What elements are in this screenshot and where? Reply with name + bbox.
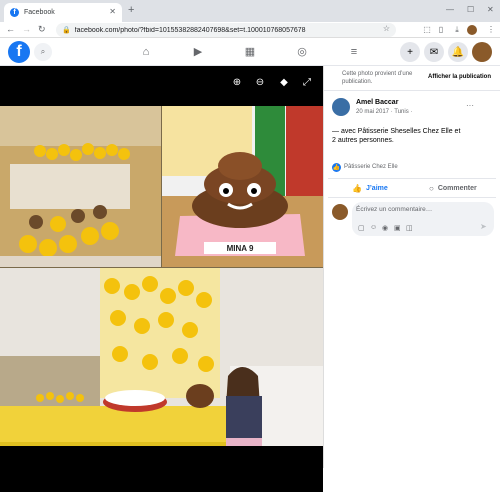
tab-title: Facebook [24,9,55,16]
create-icon[interactable]: + [400,42,420,62]
extensions-icon[interactable]: ⬚ [422,25,432,35]
profile-avatar[interactable] [467,25,477,35]
maximize-icon[interactable]: ☐ [467,5,474,14]
download-icon[interactable]: ⤓ [452,25,462,35]
cake-label: MINA 9 [227,244,254,253]
browser-toolbar: ← → ↻ 🔒 facebook.com/photo/?fbid=1015538… [0,22,500,38]
like-label: J’aime [365,184,388,192]
divider [328,197,496,198]
facebook-logo-icon[interactable]: f [8,41,30,63]
post-text-line1: — avec Pâtisserie Sheselles Chez Elle et [332,128,461,135]
sticker-alt-icon[interactable]: ◫ [406,224,413,232]
divider [328,178,496,179]
url-text: facebook.com/photo/?fbid=101553828824076… [74,26,306,34]
groups-icon[interactable]: ◎ [294,44,310,60]
like-reaction-icon: 👍 [332,163,341,172]
sticker-icon[interactable]: ▢ [358,224,365,232]
chrome-menu-icon[interactable]: ⋮ [486,25,496,35]
menu-icon[interactable]: ≡ [346,44,362,60]
close-tab-icon[interactable]: ✕ [109,7,116,16]
back-icon[interactable]: ← [6,24,15,34]
messenger-icon[interactable]: ✉ [424,42,444,62]
gif-icon[interactable]: ▣ [394,224,401,232]
reload-icon[interactable]: ↻ [38,24,46,35]
post-sidebar: Cette photo provient d’une publication. … [323,66,500,468]
zoom-out-icon[interactable]: ⊖ [253,76,267,90]
show-post-link[interactable]: Afficher la publication [428,74,491,80]
lock-icon: 🔒 [62,27,71,34]
commenter-avatar [332,204,348,220]
browser-tab-strip: f Facebook ✕ + — ☐ ✕ [0,0,500,22]
share-info-text: Cette photo provient d’une publication. [342,71,413,85]
facebook-favicon-icon: f [10,8,19,17]
emoji-icon[interactable]: ☺ [370,224,377,231]
comment-label: Commenter [437,184,477,192]
post-text-line2: 2 autres personnes. [332,137,394,144]
send-icon[interactable]: ➤ [480,222,487,231]
more-options-icon[interactable]: ··· [466,101,474,110]
browser-tab[interactable]: f Facebook ✕ [4,3,122,22]
minimize-icon[interactable]: — [446,5,454,14]
party-photo-collage[interactable]: MINA 9 [0,106,323,492]
thumbs-up-icon: 👍 [352,183,362,193]
fullscreen-icon[interactable]: ⤢ [300,76,314,90]
forward-icon[interactable]: → [22,24,31,34]
post-meta: 20 mai 2017 · Tunis · [356,109,413,115]
notifications-icon[interactable]: 🔔 [448,42,468,62]
comment-button[interactable]: ○ Commenter [429,182,477,194]
account-avatar[interactable] [472,42,492,62]
zoom-in-icon[interactable]: ⊕ [230,76,244,90]
bookmark-star-icon[interactable]: ☆ [383,24,390,33]
marketplace-icon[interactable]: ▦ [242,44,258,60]
address-bar[interactable]: 🔒 facebook.com/photo/?fbid=1015538288240… [56,23,396,37]
comment-placeholder: Écrivez un commentaire… [356,206,433,213]
home-icon[interactable]: ⌂ [138,44,154,60]
photo-viewer: ⊕ ⊖ ◆ ⤢ MINA 9 [0,66,323,492]
search-icon[interactable]: ⌕ [34,43,52,61]
comment-input[interactable]: Écrivez un commentaire… ▢ ☺ ◉ ▣ ◫ ➤ [352,202,494,236]
tag-icon[interactable]: ◆ [277,76,291,90]
author-avatar[interactable] [332,98,350,116]
comment-icon: ○ [429,183,434,193]
camera-icon[interactable]: ◉ [382,224,388,232]
sidebar-icon[interactable]: ▯ [436,25,446,35]
author-name[interactable]: Amel Baccar [356,99,398,106]
facebook-nav-bar: f ⌕ ⌂ ▶ ▦ ◎ ≡ + ✉ 🔔 [0,38,500,66]
like-button[interactable]: 👍 J’aime [352,182,388,194]
close-window-icon[interactable]: ✕ [487,5,494,14]
new-tab-icon[interactable]: + [128,4,134,16]
reaction-names[interactable]: Pâtisserie Chez Elle [344,164,398,170]
divider [324,90,500,91]
video-icon[interactable]: ▶ [190,44,206,60]
